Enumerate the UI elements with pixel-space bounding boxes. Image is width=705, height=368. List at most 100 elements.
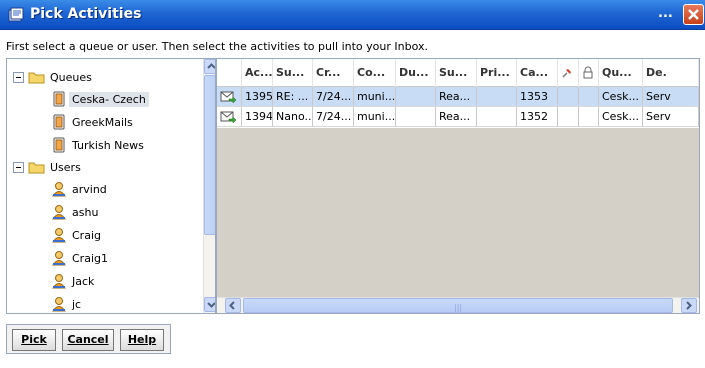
cell-lock [579,87,599,107]
tree-item-user-craig[interactable]: Craig [51,225,101,245]
tree-item-user-craig1[interactable]: Craig1 [51,248,108,268]
cell-case: 1352 [517,107,558,127]
scroll-right-button[interactable] [681,298,697,313]
cancel-label: Cancel [67,333,109,346]
queue-icon [53,91,65,107]
column-header-type[interactable] [217,59,242,87]
cell-priority [477,87,517,107]
user-icon [52,228,66,243]
table-row[interactable]: 1395 RE: ... 7/24... muni... Rea... 1353… [217,87,699,107]
close-button[interactable] [683,4,704,25]
window-title: Pick Activities [30,6,142,22]
user-icon [52,182,66,197]
column-header-activity-id[interactable]: Ac...▽ [242,59,273,87]
cell-activity-id: 1395 [242,87,273,107]
cell-due [396,87,436,107]
tree-label: arvind [72,182,107,196]
cell-description: Serv [643,87,699,107]
cell-priority [477,107,517,127]
grid-horizontal-scrollbar[interactable]: ||| [217,297,699,313]
tree-item-queue-greekmails[interactable]: GreekMails [51,112,133,132]
tree-item-queue-turkish[interactable]: Turkish News [51,135,144,155]
chevron-down-icon [207,302,215,308]
cell-due [396,107,436,127]
cell-created: 7/24... [313,107,354,127]
chevron-up-icon [207,63,215,69]
queue-icon [53,114,65,130]
row-type-cell [217,107,242,127]
pick-button[interactable]: Pick [12,329,56,351]
grip-icon: ||| [454,303,463,312]
cell-queue: Cesk... [599,87,643,107]
column-header-contact[interactable]: Co... [354,59,396,87]
tree-label-queues: Queues [50,70,92,84]
grid-scroll-thumb[interactable]: ||| [243,298,673,313]
column-header-lock[interactable] [579,59,599,87]
user-icon [52,205,66,220]
cell-lock [579,107,599,127]
cell-pin [558,87,579,107]
button-bar: Pick Cancel Help [6,324,171,354]
column-header-description[interactable]: De. [643,59,699,87]
scroll-down-button[interactable] [204,297,215,312]
tree-label: Ceska- Czech [69,91,149,107]
cell-created: 7/24... [313,87,354,107]
tree-item-user-arvind[interactable]: arvind [51,179,107,199]
title-bar[interactable]: Pick Activities ... [0,0,705,30]
column-header-created[interactable]: Cr... [313,59,354,87]
row-type-cell [217,87,242,107]
tree-label-users: Users [50,160,81,174]
scroll-left-button[interactable] [225,298,241,313]
column-header-queue[interactable]: Qu... [599,59,643,87]
tree-item-user-jc[interactable]: jc [51,294,81,313]
tree-item-queue-ceska[interactable]: Ceska- Czech [51,89,149,109]
tree-label: Turkish News [72,138,144,152]
app-icon [8,7,24,22]
queue-user-tree[interactable]: Queues Ceska- Czech GreekMails Turkish N… [6,58,216,314]
folder-icon [28,162,45,173]
tree-label: ashu [72,205,99,219]
queue-icon [53,137,65,153]
tree-node-users[interactable]: Users [13,157,81,177]
collapse-icon[interactable] [13,161,24,173]
tree-label: Craig1 [72,251,108,265]
chevron-left-icon [229,301,235,310]
column-header-subject[interactable]: Su... [273,59,313,87]
email-icon [220,91,237,104]
tree-item-user-ashu[interactable]: ashu [51,202,98,222]
close-icon [688,9,699,20]
tree-scroll-thumb[interactable] [204,75,215,235]
grid-empty-area [217,128,699,297]
column-header-priority[interactable]: Pri... [477,59,517,87]
table-row[interactable]: 1394 Nano... 7/24... muni... Rea... 1352… [217,107,699,127]
collapse-icon[interactable] [13,71,24,83]
help-button[interactable]: Help [120,329,164,351]
cell-case: 1353 [517,87,558,107]
cancel-button[interactable]: Cancel [62,329,114,351]
cell-description: Serv [643,107,699,127]
chevron-right-icon [686,301,692,310]
cell-subject: Nano... [273,107,313,127]
pick-label: Pick [21,333,47,346]
instruction-text: First select a queue or user. Then selec… [6,40,428,53]
column-header-status[interactable]: Su... [436,59,477,87]
column-header-case[interactable]: Ca... [517,59,558,87]
column-header-pin[interactable] [558,59,579,87]
cell-status: Rea... [436,87,477,107]
tree-item-user-jack[interactable]: Jack [51,271,94,291]
grid-header: Ac...▽ Su... Cr... Co... Du... Su... Pri… [217,59,699,87]
activities-grid[interactable]: Ac...▽ Su... Cr... Co... Du... Su... Pri… [216,58,700,314]
folder-icon [28,72,45,83]
pin-icon [562,69,571,78]
title-overflow: ... [658,6,673,21]
help-label: Help [127,333,157,346]
user-icon [52,274,66,289]
tree-label: Jack [72,274,95,288]
tree-label: Craig [72,228,101,242]
scroll-up-button[interactable] [204,59,215,74]
cell-contact: muni... [354,87,396,107]
cell-status: Rea... [436,107,477,127]
tree-vertical-scrollbar[interactable] [203,59,215,313]
tree-node-queues[interactable]: Queues [13,67,92,87]
column-header-due[interactable]: Du... [396,59,436,87]
